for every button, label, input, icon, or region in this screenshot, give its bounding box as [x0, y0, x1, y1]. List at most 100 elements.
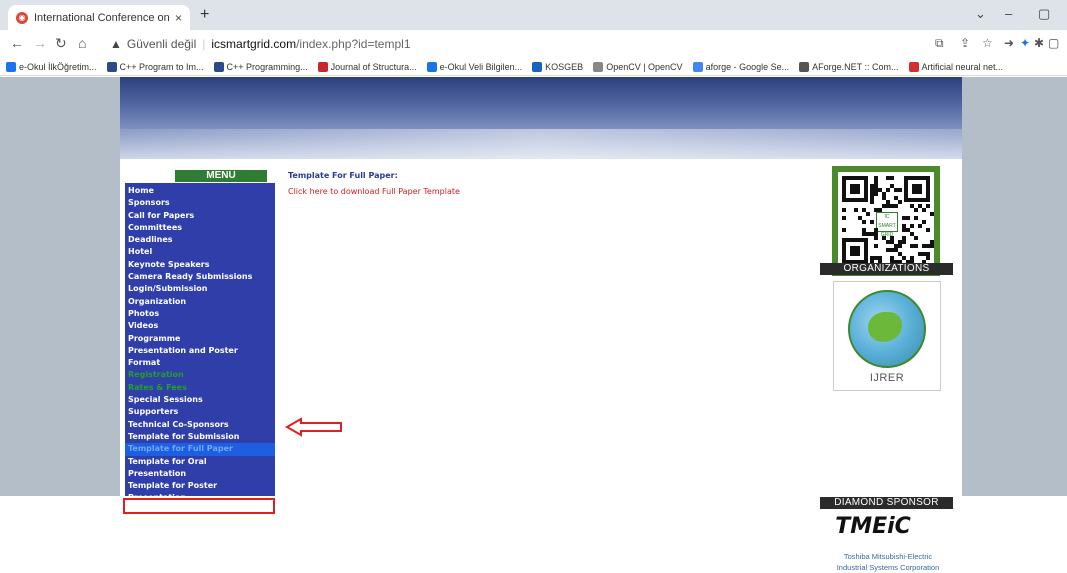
qr-module [874, 244, 878, 248]
not-secure-warning-icon[interactable]: ▲ [110, 37, 122, 51]
menu-item[interactable]: Presentation and Poster [125, 345, 275, 357]
qr-module [898, 188, 902, 192]
maximize-button[interactable]: ▢ [1038, 6, 1050, 22]
qr-module [862, 220, 866, 224]
reload-icon[interactable]: ↻ [55, 35, 67, 52]
sponsor-name-line2: Industrial Systems Corporation [836, 563, 940, 572]
menu-item[interactable]: Format [125, 357, 275, 369]
bookmark-item[interactable]: C++ Program to Im... [106, 61, 204, 72]
bookmark-item[interactable]: OpenCV | OpenCV [593, 61, 683, 72]
browser-tab[interactable]: ◉ International Conference on Ren × [8, 5, 190, 30]
tmeic-logo[interactable]: TMEiC [832, 514, 914, 539]
minimize-button[interactable]: – [1005, 6, 1012, 21]
bookmark-item[interactable]: C++ Programming... [213, 61, 308, 72]
globe-icon [848, 290, 926, 368]
qr-module [906, 216, 910, 220]
qr-module [910, 224, 914, 228]
home-icon[interactable]: ⌂ [78, 35, 86, 51]
menu-item[interactable]: Special Sessions [125, 394, 275, 406]
extension-arrow-icon[interactable]: ➜ [1004, 36, 1014, 50]
menu-item[interactable]: Hotel [125, 246, 275, 258]
bookmark-favicon-icon [213, 61, 224, 72]
menu-item[interactable]: Registration [125, 369, 275, 381]
security-label: Güvenli değil [126, 37, 197, 51]
side-menu: Home Sponsors Call for Papers Committees Dea… [125, 183, 275, 515]
bookmark-favicon-icon [317, 61, 328, 72]
menu-item[interactable]: Call for Papers [125, 210, 275, 222]
qr-code: IC SMART GRID [832, 166, 940, 276]
menu-item[interactable]: Template for Oral [125, 456, 275, 468]
menu-item[interactable]: Camera Ready Submissions [125, 271, 275, 283]
bookmark-item[interactable]: e-Okul Veli Bilgilen... [426, 61, 522, 72]
bookmark-label: OpenCV | OpenCV [606, 61, 683, 72]
menu-item[interactable]: Template for Submission [125, 431, 275, 443]
puzzle-icon[interactable]: ✱ [1034, 36, 1044, 50]
menu-item[interactable]: Supporters [125, 406, 275, 418]
menu-item[interactable]: Sponsors [125, 197, 275, 209]
bookmark-item[interactable]: e-Okul İlkÖğretim... [6, 61, 97, 72]
bookmark-star-icon[interactable]: ☆ [982, 36, 993, 50]
menu-item[interactable]: Template for Full Paper [125, 443, 275, 456]
translate-icon[interactable]: ⧉ [935, 36, 944, 51]
menu-item[interactable]: Deadlines [125, 234, 275, 246]
menu-item[interactable]: Home [125, 185, 275, 197]
qr-finder-mark [850, 246, 860, 256]
address-bar[interactable]: ▲ Güvenli değil | icsmartgrid.com /index… [110, 33, 910, 55]
menu-item[interactable]: Template for Poster [125, 480, 275, 492]
qr-finder-mark [912, 184, 922, 194]
menu-item[interactable]: Photos [125, 308, 275, 320]
ijrer-logo[interactable]: IJRER [833, 281, 941, 391]
bookmark-item[interactable]: Journal of Structura... [317, 61, 417, 72]
header-banner [120, 77, 962, 159]
bookmark-favicon-icon [908, 61, 919, 72]
bookmark-item[interactable]: aforge - Google Se... [692, 61, 789, 72]
back-arrow-icon[interactable]: ← [10, 35, 24, 51]
qr-module [914, 208, 918, 212]
side-panel-icon[interactable]: ▢ [1048, 36, 1059, 50]
qr-module [918, 224, 922, 228]
qr-module [914, 244, 918, 248]
bookmark-item[interactable]: Artificial neural net... [908, 61, 1004, 72]
address-separator: | [202, 37, 206, 51]
extension-icon[interactable]: ✦ [1020, 36, 1030, 50]
site-favicon-icon: ◉ [16, 11, 28, 24]
menu-item[interactable]: Committees [125, 222, 275, 234]
forward-arrow-icon[interactable]: → [33, 35, 47, 51]
bookmark-label: Artificial neural net... [921, 61, 1004, 72]
menu-item[interactable]: Organization [125, 296, 275, 308]
tab-search-icon[interactable]: ⌄ [975, 6, 986, 22]
diamond-sponsor-header: DIAMOND SPONSOR [820, 497, 953, 509]
qr-module [898, 200, 902, 204]
qr-module [842, 216, 846, 220]
menu-item[interactable]: Presentation [125, 468, 275, 480]
menu-item[interactable]: Technical Co-Sponsors [125, 419, 275, 431]
bookmark-favicon-icon [593, 61, 604, 72]
organizations-header: ORGANIZATIONS [820, 263, 953, 275]
download-template-link[interactable]: Click here to download Full Paper Templa… [288, 187, 460, 196]
menu-item[interactable]: Programme [125, 333, 275, 345]
browser-toolbar: ← → ↻ ⌂ ▲ Güvenli değil | icsmartgrid.co… [0, 30, 1067, 58]
menu-item[interactable]: Videos [125, 320, 275, 332]
qr-module [894, 204, 898, 208]
qr-module [926, 204, 930, 208]
bookmarks-bar: e-Okul İlkÖğretim... C++ Program to Im...… [0, 58, 1067, 76]
bookmark-label: C++ Programming... [226, 61, 308, 72]
bookmark-item[interactable]: KOSGEB [532, 61, 583, 72]
qr-module [922, 220, 926, 224]
menu-item[interactable]: Keynote Speakers [125, 259, 275, 271]
url-host: icsmartgrid.com [211, 37, 297, 51]
qr-module [926, 256, 930, 260]
tab-close-icon[interactable]: × [175, 11, 182, 25]
bookmark-label: AForge.NET :: Com... [812, 61, 899, 72]
tab-title: International Conference on Ren [34, 11, 169, 24]
bookmark-item[interactable]: AForge.NET :: Com... [799, 61, 899, 72]
qr-module [886, 188, 890, 192]
url-path: /index.php?id=templ1 [296, 37, 411, 51]
menu-item[interactable]: Rates & Fees [125, 382, 275, 394]
qr-finder-mark [850, 184, 860, 194]
share-icon[interactable]: ⇪ [960, 36, 970, 50]
bookmark-favicon-icon [426, 61, 437, 72]
page-title: Template For Full Paper: [288, 171, 398, 180]
menu-item[interactable]: Login/Submission [125, 283, 275, 295]
new-tab-button[interactable]: + [200, 6, 209, 24]
